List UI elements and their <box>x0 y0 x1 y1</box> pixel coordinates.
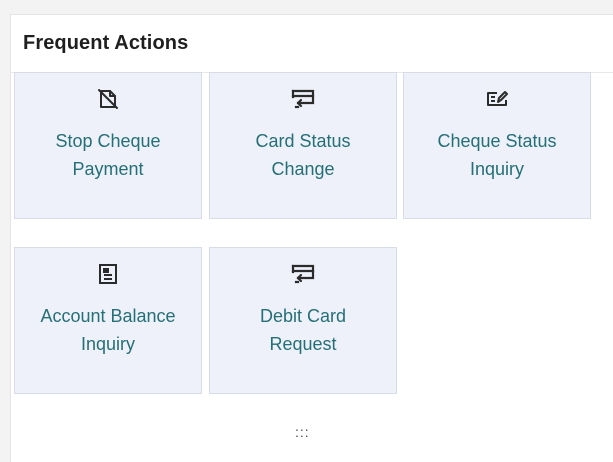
action-label: Stop Cheque Payment <box>23 127 193 183</box>
action-label: Account Balance Inquiry <box>23 302 193 358</box>
label-line: Request <box>269 334 337 354</box>
card-icon <box>290 86 316 112</box>
drag-handle-icon[interactable]: ::: <box>295 424 310 440</box>
label-line: Stop Cheque <box>55 131 161 151</box>
action-tile-debit-card-request[interactable]: Debit Card Request <box>209 247 397 394</box>
label-line: Cheque Status <box>437 131 557 151</box>
stop-cheque-icon <box>95 86 121 112</box>
action-tile-cheque-status-inquiry[interactable]: Cheque Status Inquiry <box>403 72 591 219</box>
action-label: Cheque Status Inquiry <box>412 127 582 183</box>
action-label: Card Status Change <box>218 127 388 183</box>
label-line: Change <box>271 159 335 179</box>
panel-title: Frequent Actions <box>23 32 189 54</box>
label-line: Account Balance <box>40 306 176 326</box>
action-tile-account-balance-inquiry[interactable]: Account Balance Inquiry <box>14 247 202 394</box>
cheque-edit-icon <box>484 86 510 112</box>
label-line: Card Status <box>255 131 351 151</box>
panel-header: Frequent Actions <box>11 15 613 73</box>
label-line: Inquiry <box>469 159 525 179</box>
action-label: Debit Card Request <box>218 302 388 358</box>
label-line: Inquiry <box>80 334 136 354</box>
action-tile-stop-cheque-payment[interactable]: Stop Cheque Payment <box>14 72 202 219</box>
action-tile-card-status-change[interactable]: Card Status Change <box>209 72 397 219</box>
label-line: Payment <box>72 159 144 179</box>
card-icon <box>290 261 316 287</box>
account-statement-icon <box>95 261 121 287</box>
label-line: Debit Card <box>259 306 347 326</box>
